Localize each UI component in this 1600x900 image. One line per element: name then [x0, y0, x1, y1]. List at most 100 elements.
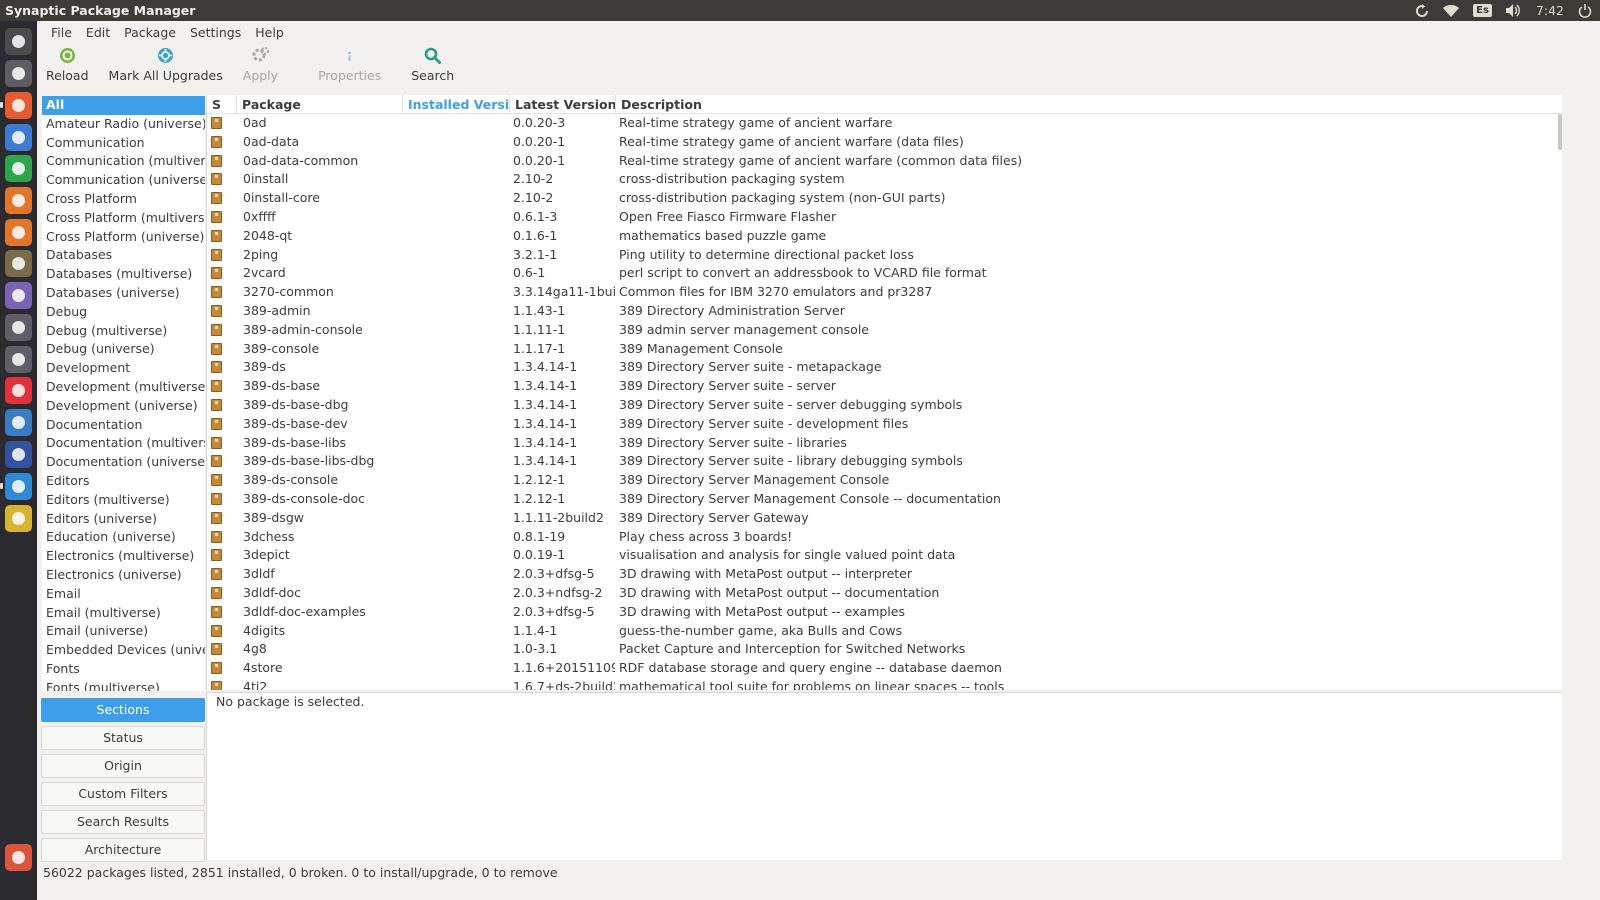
package-status-icon[interactable]	[211, 624, 222, 637]
section-item[interactable]: Debug (multiverse)	[42, 322, 205, 341]
section-item[interactable]: Electronics (universe)	[42, 566, 205, 585]
package-status-icon[interactable]	[211, 154, 222, 167]
table-row[interactable]: 389-ds-base-libs-dbg 1.3.4.14-1 389 Direct…	[207, 452, 1562, 471]
origin-filter-button[interactable]: Origin	[41, 754, 205, 778]
table-row[interactable]: 4g8 1.0-3.1 Packet Capture and Interceptio…	[207, 640, 1562, 659]
apply-button[interactable]: Apply	[243, 43, 278, 83]
app-yellow-icon[interactable]	[5, 505, 32, 532]
package-status-icon[interactable]	[211, 492, 222, 505]
package-status-icon[interactable]	[211, 455, 222, 468]
properties-button[interactable]: Properties	[318, 43, 381, 83]
package-status-icon[interactable]	[211, 398, 222, 411]
table-row[interactable]: 4digits 1.1.4-1 guess-the-number game, aka…	[207, 622, 1562, 641]
section-item[interactable]: Cross Platform (multiverse)	[42, 209, 205, 228]
package-table[interactable]: S Package Installed Version Latest Versi…	[206, 95, 1562, 690]
custom-filters-button[interactable]: Custom Filters	[41, 782, 205, 806]
package-status-icon[interactable]	[211, 210, 222, 223]
package-status-icon[interactable]	[211, 380, 222, 393]
status-filter-button[interactable]: Status	[41, 726, 205, 750]
package-status-icon[interactable]	[211, 229, 222, 242]
section-item[interactable]: Documentation (universe)	[42, 453, 205, 472]
package-status-icon[interactable]	[211, 267, 222, 280]
section-item[interactable]: Debug (universe)	[42, 340, 205, 359]
menu-package[interactable]: Package	[117, 25, 183, 40]
table-row[interactable]: 4ti2 1.6.7+ds-2build2 mathematical tool su…	[207, 678, 1562, 690]
table-row[interactable]: 389-ds-base 1.3.4.14-1 389 Directory Serve…	[207, 377, 1562, 396]
clock[interactable]: 7:42	[1536, 3, 1564, 18]
table-row[interactable]: 389-ds-console 1.2.12-1 389 Directory Serv…	[207, 471, 1562, 490]
sync-icon[interactable]	[1415, 3, 1429, 18]
package-status-icon[interactable]	[211, 304, 222, 317]
package-status-icon[interactable]	[211, 323, 222, 336]
search-results-button[interactable]: Search Results	[41, 810, 205, 834]
section-item[interactable]: Databases (multiverse)	[42, 265, 205, 284]
keyboard-layout-indicator[interactable]: Es	[1473, 4, 1492, 17]
mark-all-upgrades-button[interactable]: Mark All Upgrades	[109, 43, 223, 83]
table-row[interactable]: 0install 2.10-2 cross-distribution packagi…	[207, 170, 1562, 189]
firefox-icon[interactable]	[5, 92, 32, 119]
section-item[interactable]: Development (universe)	[42, 397, 205, 416]
package-status-icon[interactable]	[211, 530, 222, 543]
synaptic-icon[interactable]	[5, 473, 32, 500]
section-item[interactable]: Databases (universe)	[42, 284, 205, 303]
sections-filter-button[interactable]: Sections	[41, 698, 205, 722]
package-status-icon[interactable]	[211, 662, 222, 675]
section-item[interactable]: Electronics (multiverse)	[42, 547, 205, 566]
table-row[interactable]: 2vcard 0.6-1 perl script to convert an add…	[207, 264, 1562, 283]
architecture-filter-button[interactable]: Architecture	[41, 838, 205, 862]
impress-icon[interactable]	[5, 187, 32, 214]
table-row[interactable]: 0xffff 0.6.1-3 Open Free Fiasco Firmware F…	[207, 208, 1562, 227]
media-player-icon[interactable]	[5, 441, 32, 468]
package-status-icon[interactable]	[211, 286, 222, 299]
package-status-icon[interactable]	[211, 192, 222, 205]
menu-help[interactable]: Help	[248, 25, 291, 40]
volume-icon[interactable]	[1505, 4, 1522, 17]
section-item[interactable]: Editors (universe)	[42, 510, 205, 529]
writer-icon[interactable]	[5, 124, 32, 151]
table-row[interactable]: 3dldf-doc-examples 2.0.3+dfsg-5 3D drawing…	[207, 603, 1562, 622]
column-header-latest-version[interactable]: Latest Version	[509, 95, 615, 114]
table-row[interactable]: 389-ds-base-dbg 1.3.4.14-1 389 Directory S…	[207, 396, 1562, 415]
section-item[interactable]: Communication (universe)	[42, 171, 205, 190]
table-row[interactable]: 389-console 1.1.17-1 389 Management Consol…	[207, 340, 1562, 359]
table-row[interactable]: 4store 1.1.6+20151109-2build1RDF database…	[207, 659, 1562, 678]
package-status-icon[interactable]	[211, 643, 222, 656]
section-item[interactable]: Email	[42, 585, 205, 604]
package-status-icon[interactable]	[211, 549, 222, 562]
files-icon[interactable]	[5, 60, 32, 87]
dash-icon[interactable]	[5, 28, 32, 55]
package-table-scrollbar[interactable]	[1558, 114, 1562, 150]
table-row[interactable]: 3dldf 2.0.3+dfsg-5 3D drawing with MetaPos…	[207, 565, 1562, 584]
section-item[interactable]: Debug	[42, 303, 205, 322]
section-item[interactable]: Education (universe)	[42, 528, 205, 547]
section-item[interactable]: Embedded Devices (universe)	[42, 641, 205, 660]
section-item[interactable]: Email (universe)	[42, 622, 205, 641]
table-row[interactable]: 3depict 0.0.19-1 visualisation and analysi…	[207, 546, 1562, 565]
column-header-package[interactable]: Package	[236, 95, 400, 114]
package-status-icon[interactable]	[211, 248, 222, 261]
section-list[interactable]: All Amateur Radio (universe) Communication…	[42, 96, 205, 691]
settings-icon[interactable]	[5, 314, 32, 341]
section-item[interactable]: Email (multiverse)	[42, 604, 205, 623]
package-status-icon[interactable]	[211, 474, 222, 487]
section-item[interactable]: Fonts	[42, 660, 205, 679]
table-row[interactable]: 0ad-data 0.0.20-1 Real-time strategy game …	[207, 133, 1562, 152]
package-status-icon[interactable]	[211, 605, 222, 618]
menu-edit[interactable]: Edit	[79, 25, 117, 40]
table-row[interactable]: 3dldf-doc 2.0.3+ndfsg-2 3D drawing with Me…	[207, 584, 1562, 603]
disks-icon[interactable]	[5, 346, 32, 373]
package-status-icon[interactable]	[211, 417, 222, 430]
section-item[interactable]: Communication	[42, 134, 205, 153]
table-row[interactable]: 389-ds-console-doc 1.2.12-1 389 Directory …	[207, 490, 1562, 509]
table-row[interactable]: 389-dsgw 1.1.11-2build2 389 Directory Serv…	[207, 509, 1562, 528]
column-header-description[interactable]: Description	[615, 95, 1562, 114]
section-item[interactable]: Documentation	[42, 416, 205, 435]
app-red-icon[interactable]	[5, 377, 32, 404]
section-item[interactable]: Editors (multiverse)	[42, 491, 205, 510]
section-item[interactable]: Cross Platform	[42, 190, 205, 209]
table-row[interactable]: 389-ds-base-dev 1.3.4.14-1 389 Directory S…	[207, 415, 1562, 434]
table-row[interactable]: 389-ds-base-libs 1.3.4.14-1 389 Directory …	[207, 434, 1562, 453]
package-status-icon[interactable]	[211, 135, 222, 148]
package-status-icon[interactable]	[211, 436, 222, 449]
section-item[interactable]: Editors	[42, 472, 205, 491]
